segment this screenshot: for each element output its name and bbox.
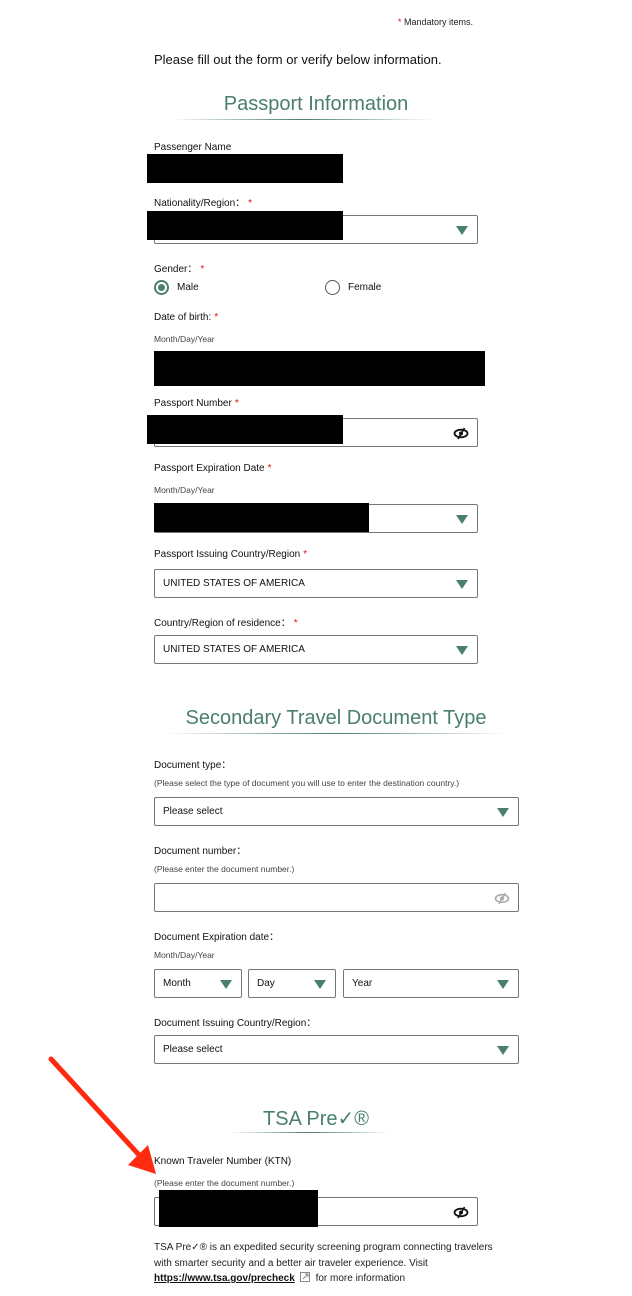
dob-hint: Month/Day/Year: [154, 334, 215, 344]
doc-issuing-value: Please select: [163, 1044, 223, 1055]
mandatory-text: Mandatory items.: [404, 17, 474, 27]
passenger-name-value-redacted: [147, 154, 343, 183]
section-divider: [166, 733, 506, 734]
day-value: Day: [257, 978, 275, 989]
eye-slash-icon[interactable]: [453, 1205, 469, 1219]
chevron-down-icon: [497, 1046, 509, 1055]
issuing-country-label-text: Passport Issuing Country/Region: [154, 549, 301, 560]
chevron-down-icon: [220, 980, 232, 989]
passport-section-title: Passport Information: [223, 93, 409, 115]
doc-issuing-label: Document Issuing Country/Region：: [154, 1018, 317, 1029]
doc-type-hint: (Please select the type of document you …: [154, 778, 460, 788]
tsa-description-tail: for more information: [315, 1273, 406, 1284]
residence-value: UNITED STATES OF AMERICA: [163, 644, 305, 655]
eye-slash-icon[interactable]: [453, 426, 469, 440]
doc-expiration-day-select[interactable]: Day: [248, 969, 336, 998]
section-divider: [230, 1132, 390, 1133]
residence-label: Country/Region of residence： *: [154, 614, 298, 629]
doc-type-value: Please select: [163, 806, 223, 817]
required-star: *: [248, 198, 253, 209]
annotation-arrow-icon: [48, 1056, 156, 1174]
passport-number-label-text: Passport Number: [154, 398, 232, 409]
passport-expiration-label-text: Passport Expiration Date: [154, 463, 265, 474]
chevron-down-icon: [456, 580, 468, 589]
nationality-value-redacted: [147, 211, 343, 240]
passport-number-value-redacted: [147, 415, 343, 444]
doc-number-label: Document number：: [154, 846, 247, 857]
passport-expiration-value-redacted: [154, 503, 369, 532]
mandatory-note: * Mandatory items.: [398, 17, 473, 27]
dob-label-text: Date of birth:: [154, 312, 212, 323]
chevron-down-icon: [456, 515, 468, 524]
required-star: *: [398, 17, 402, 27]
doc-type-label: Document type：: [154, 760, 232, 771]
doc-issuing-select[interactable]: Please select: [154, 1035, 519, 1064]
year-value: Year: [352, 978, 373, 989]
passport-number-label: Passport Number *: [154, 398, 239, 409]
month-value: Month: [163, 978, 191, 989]
required-star: *: [293, 618, 298, 629]
passport-expiration-label: Passport Expiration Date *: [154, 463, 272, 474]
gender-label-text: Gender：: [154, 264, 198, 275]
gender-male-label[interactable]: Male: [177, 282, 199, 293]
required-star: *: [303, 549, 308, 560]
issuing-country-value: UNITED STATES OF AMERICA: [163, 578, 305, 589]
passport-expiration-hint: Month/Day/Year: [154, 485, 215, 495]
tsa-section-title: TSA Pre✓®: [263, 1108, 369, 1130]
required-star: *: [267, 463, 272, 474]
nationality-label: Nationality/Region： *: [154, 194, 252, 209]
gender-male-radio[interactable]: [154, 280, 169, 295]
passenger-name-label: Passenger Name: [154, 142, 232, 153]
doc-type-select[interactable]: Please select: [154, 797, 519, 826]
doc-number-hint: (Please enter the document number.): [154, 864, 295, 874]
doc-number-input[interactable]: [154, 883, 519, 912]
issuing-country-select[interactable]: UNITED STATES OF AMERICA: [154, 569, 478, 598]
ktn-hint: (Please enter the document number.): [154, 1178, 295, 1188]
residence-label-text: Country/Region of residence：: [154, 618, 291, 629]
doc-expiration-year-select[interactable]: Year: [343, 969, 519, 998]
required-star: *: [200, 264, 205, 275]
doc-expiration-hint: Month/Day/Year: [154, 950, 215, 960]
required-star: *: [214, 312, 219, 323]
doc-expiration-label: Document Expiration date：: [154, 932, 280, 943]
chevron-down-icon: [314, 980, 326, 989]
eye-slash-icon[interactable]: [494, 891, 510, 905]
tsa-description: TSA Pre✓® is an expedited security scree…: [154, 1240, 494, 1287]
issuing-country-label: Passport Issuing Country/Region *: [154, 549, 307, 560]
nationality-label-text: Nationality/Region：: [154, 198, 246, 209]
chevron-down-icon: [497, 980, 509, 989]
gender-label: Gender： *: [154, 260, 204, 275]
ktn-value-redacted: [159, 1190, 318, 1227]
tsa-description-text: TSA Pre✓® is an expedited security scree…: [154, 1242, 493, 1269]
gender-female-radio[interactable]: [325, 280, 340, 295]
secondary-section-title: Secondary Travel Document Type: [185, 707, 487, 729]
chevron-down-icon: [456, 226, 468, 235]
chevron-down-icon: [456, 646, 468, 655]
residence-select[interactable]: UNITED STATES OF AMERICA: [154, 635, 478, 664]
required-star: *: [234, 398, 239, 409]
doc-expiration-month-select[interactable]: Month: [154, 969, 242, 998]
dob-value-redacted: [154, 351, 485, 386]
tsa-precheck-link[interactable]: https://www.tsa.gov/precheck: [154, 1273, 295, 1284]
intro-text: Please fill out the form or verify below…: [154, 52, 442, 67]
section-divider: [170, 119, 434, 120]
chevron-down-icon: [497, 808, 509, 817]
external-link-icon[interactable]: [299, 1272, 310, 1282]
gender-female-label[interactable]: Female: [348, 282, 381, 293]
ktn-label: Known Traveler Number (KTN): [154, 1156, 292, 1167]
dob-label: Date of birth: *: [154, 312, 218, 323]
